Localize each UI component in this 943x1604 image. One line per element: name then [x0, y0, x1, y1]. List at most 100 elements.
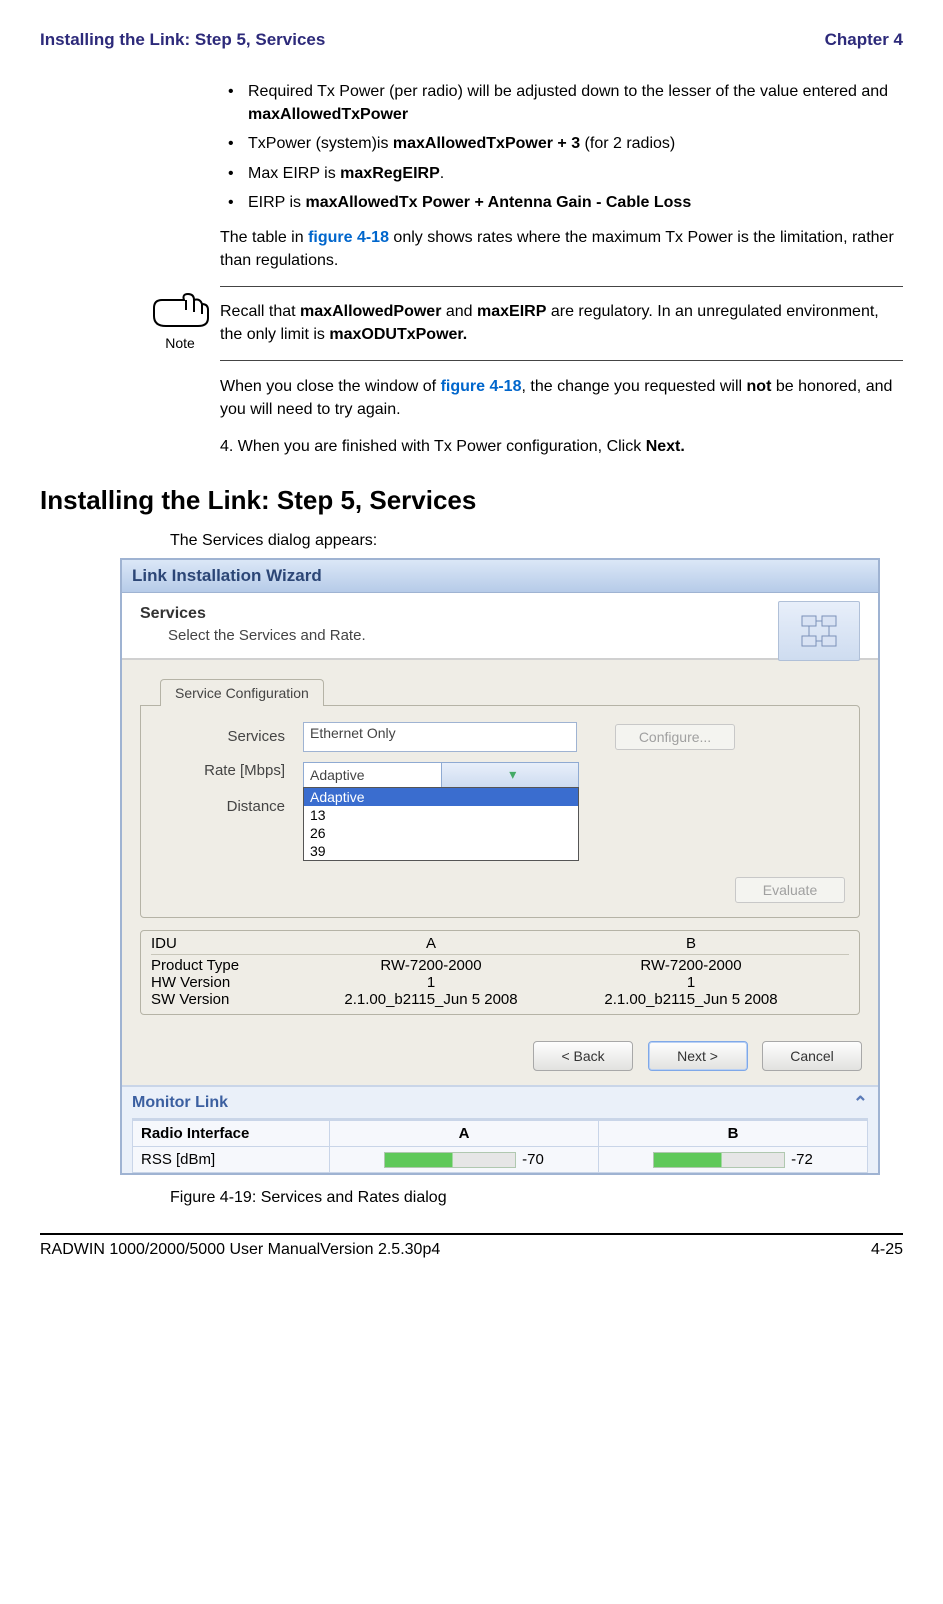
note-d: maxEIRP [477, 303, 546, 320]
rate-dropdown[interactable]: Adaptive ▾ Adaptive 13 26 39 [303, 762, 579, 788]
idu-product-label: Product Type [151, 957, 301, 974]
page-header: Installing the Link: Step 5, Services Ch… [40, 30, 903, 50]
configure-button: Configure... [615, 724, 735, 750]
idu-row-hw: HW Version 1 1 [151, 974, 849, 991]
monitor-head-b: B [599, 1120, 868, 1146]
header-left: Installing the Link: Step 5, Services [40, 30, 325, 50]
rss-value-a: -70 [522, 1151, 544, 1168]
bullet-1-text: Required Tx Power (per radio) will be ad… [248, 83, 888, 100]
figure-link-1[interactable]: figure 4-18 [308, 229, 389, 246]
step4-a: 4. When you are finished with Tx Power c… [220, 438, 646, 455]
idu-product-a: RW-7200-2000 [301, 957, 561, 974]
step-4: 4. When you are finished with Tx Power c… [220, 435, 903, 458]
idu-panel: IDU A B Product Type RW-7200-2000 RW-720… [140, 930, 860, 1015]
bullet-1-bold: maxAllowedTxPower [248, 106, 408, 123]
services-field: Ethernet Only [303, 722, 577, 752]
para2-not: not [747, 378, 772, 395]
idu-sw-a: 2.1.00_b2115_Jun 5 2008 [301, 991, 561, 1008]
label-rate: Rate [Mbps] [155, 762, 303, 779]
rate-option-adaptive[interactable]: Adaptive [304, 788, 578, 806]
para2-a: When you close the window of [220, 378, 441, 395]
monitor-rss-a-cell: -70 [330, 1146, 599, 1172]
bullet-2: TxPower (system)is maxAllowedTxPower + 3… [220, 132, 903, 155]
note-label: Note [140, 335, 220, 351]
rss-bar-b [653, 1152, 785, 1168]
idu-sw-label: SW Version [151, 991, 301, 1008]
wizard-window: Services Select the Services and Rate. [120, 593, 880, 1175]
note-icon-cell: Note [140, 286, 220, 351]
rate-selected-value: Adaptive [304, 767, 441, 783]
evaluate-button: Evaluate [735, 877, 845, 903]
back-button[interactable]: < Back [533, 1041, 633, 1071]
chevron-down-icon[interactable]: ▾ [441, 763, 579, 787]
bullet-4-text: EIRP is [248, 194, 306, 211]
wizard-header-image [778, 601, 860, 661]
step-list: 4. When you are finished with Tx Power c… [220, 435, 903, 458]
bullet-3-suffix: . [440, 165, 444, 182]
monitor-link-title: Monitor Link [132, 1094, 228, 1112]
idu-hw-a: 1 [301, 974, 561, 991]
footer-left: RADWIN 1000/2000/5000 User ManualVersion… [40, 1241, 440, 1259]
idu-product-b: RW-7200-2000 [561, 957, 821, 974]
note-f: maxODUTxPower. [329, 326, 467, 343]
services-diagram-icon [798, 610, 840, 652]
idu-hw-b: 1 [561, 974, 821, 991]
tab-service-configuration[interactable]: Service Configuration [160, 679, 324, 706]
bullet-4-bold: maxAllowedTx Power + Antenna Gain - Cabl… [306, 194, 692, 211]
rate-dropdown-list[interactable]: Adaptive 13 26 39 [303, 787, 579, 861]
bullet-1: Required Tx Power (per radio) will be ad… [220, 80, 903, 126]
note-text: Recall that maxAllowedPower and maxEIRP … [220, 286, 903, 361]
note-a: Recall that [220, 303, 300, 320]
bullet-3-text: Max EIRP is [248, 165, 340, 182]
note-callout: Note Recall that maxAllowedPower and max… [140, 286, 903, 361]
bullet-list: Required Tx Power (per radio) will be ad… [220, 80, 903, 214]
wizard-button-row: < Back Next > Cancel [122, 1027, 878, 1085]
wizard-title: Link Installation Wizard [132, 566, 322, 586]
collapse-icon[interactable]: ⌃ [853, 1093, 868, 1114]
bullet-2-text: TxPower (system)is [248, 135, 393, 152]
idu-hw-label: HW Version [151, 974, 301, 991]
monitor-link-section: Monitor Link ⌃ Radio Interface A B RSS [… [122, 1085, 878, 1173]
idu-row-product: Product Type RW-7200-2000 RW-7200-2000 [151, 957, 849, 974]
bullet-2-suffix: (for 2 radios) [580, 135, 675, 152]
next-button[interactable]: Next > [648, 1041, 748, 1071]
note-c: and [441, 303, 477, 320]
page-footer: RADWIN 1000/2000/5000 User ManualVersion… [40, 1241, 903, 1259]
idu-head-a: A [301, 935, 561, 952]
bullet-3-bold: maxRegEIRP [340, 165, 440, 182]
wizard-header-subtitle: Select the Services and Rate. [168, 627, 860, 644]
section-heading: Installing the Link: Step 5, Services [40, 485, 903, 516]
wizard-titlebar: Link Installation Wizard [120, 558, 880, 593]
tab-panel: Services Ethernet Only Configure... Rate… [140, 705, 860, 918]
services-value: Ethernet Only [310, 725, 396, 741]
header-right: Chapter 4 [825, 30, 903, 50]
figure-link-2[interactable]: figure 4-18 [441, 378, 522, 395]
rate-option-26[interactable]: 26 [304, 824, 578, 842]
para-close-window: When you close the window of figure 4-18… [220, 375, 903, 421]
intro-text: The Services dialog appears: [170, 532, 903, 550]
idu-head-1: IDU [151, 935, 301, 952]
note-b: maxAllowedPower [300, 303, 441, 320]
idu-head-b: B [561, 935, 821, 952]
rss-value-b: -72 [791, 1151, 813, 1168]
monitor-head-a: A [330, 1120, 599, 1146]
rss-bar-a [384, 1152, 516, 1168]
rate-option-39[interactable]: 39 [304, 842, 578, 860]
monitor-rss-label: RSS [dBm] [133, 1146, 330, 1172]
cancel-button[interactable]: Cancel [762, 1041, 862, 1071]
figure-caption: Figure 4-19: Services and Rates dialog [170, 1189, 903, 1207]
monitor-rss-b-cell: -72 [599, 1146, 868, 1172]
wizard-header-title: Services [140, 605, 860, 623]
rate-option-13[interactable]: 13 [304, 806, 578, 824]
monitor-head-radio: Radio Interface [133, 1120, 330, 1146]
wizard-header: Services Select the Services and Rate. [122, 593, 878, 660]
label-distance: Distance [155, 798, 303, 815]
label-services: Services [155, 728, 303, 745]
footer-right: 4-25 [871, 1241, 903, 1259]
para1-a: The table in [220, 229, 308, 246]
idu-row-sw: SW Version 2.1.00_b2115_Jun 5 2008 2.1.0… [151, 991, 849, 1008]
para-table-ref: The table in figure 4-18 only shows rate… [220, 226, 903, 272]
bullet-4: EIRP is maxAllowedTx Power + Antenna Gai… [220, 191, 903, 214]
para2-b: , the change you requested will [521, 378, 746, 395]
bullet-2-bold: maxAllowedTxPower + 3 [393, 135, 580, 152]
